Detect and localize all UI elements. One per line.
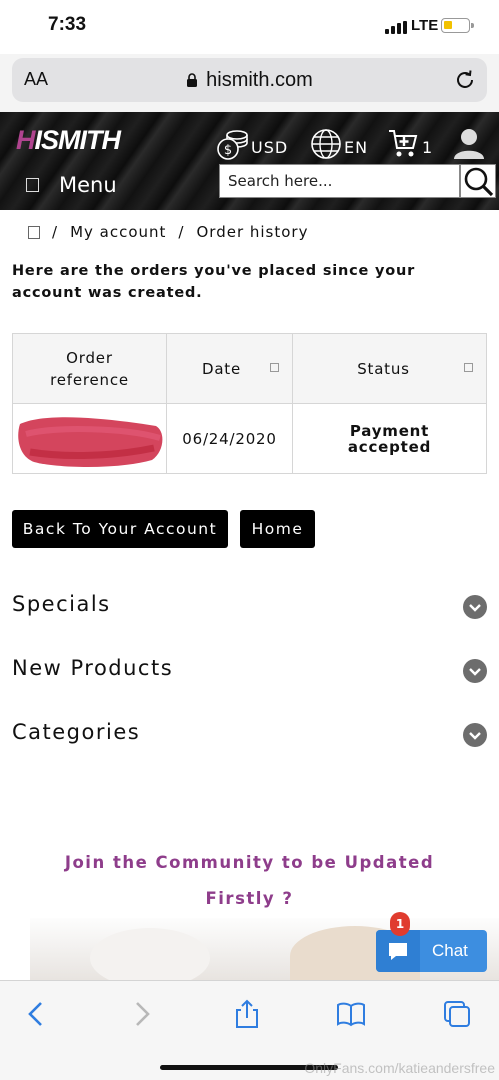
- column-order-reference: Order reference: [12, 333, 167, 404]
- chat-icon-box: [376, 930, 420, 972]
- column-label: Status: [357, 359, 410, 378]
- reload-icon[interactable]: [453, 68, 477, 92]
- chevron-down-icon[interactable]: [463, 659, 487, 683]
- column-date[interactable]: Date: [166, 333, 293, 404]
- watermark: OnlyFans.com/katieandersfree: [304, 1060, 495, 1076]
- lock-icon: [186, 70, 198, 87]
- intro-text: Here are the orders you've placed since …: [12, 263, 416, 301]
- network-label: LTE: [411, 17, 439, 34]
- community-heading: Join the Community to be Updated: [64, 853, 435, 872]
- breadcrumb-separator: /: [178, 223, 185, 241]
- share-icon[interactable]: [232, 999, 262, 1029]
- home-button[interactable]: Home: [240, 510, 315, 548]
- chat-label: Chat: [432, 941, 468, 960]
- search-icon: [464, 167, 494, 197]
- search-button[interactable]: [460, 164, 496, 198]
- order-date-cell: 06/24/2020: [166, 403, 293, 474]
- redaction-mark: [18, 417, 163, 467]
- site-header: HISMITH $ USD EN 1 Menu Search here...: [0, 112, 499, 210]
- accordion-label: New Products: [12, 656, 174, 680]
- bookmarks-icon[interactable]: [336, 999, 366, 1029]
- cart-count[interactable]: 1: [422, 138, 433, 157]
- tabs-icon[interactable]: [442, 999, 472, 1029]
- breadcrumb: / My account / Order history: [28, 223, 308, 241]
- column-status[interactable]: Status: [292, 333, 487, 404]
- chat-bubble-icon: [389, 943, 407, 960]
- column-label: Order reference: [50, 348, 129, 389]
- order-status-text: Payment accepted: [347, 421, 432, 456]
- sort-icon[interactable]: [270, 363, 279, 372]
- menu-label: Menu: [59, 173, 117, 197]
- back-arrow-icon[interactable]: [22, 999, 52, 1029]
- currency-selector[interactable]: USD: [251, 138, 288, 157]
- chevron-down-icon[interactable]: [463, 595, 487, 619]
- status-bar: 7:33 LTE: [0, 0, 499, 54]
- home-icon[interactable]: [28, 225, 40, 239]
- menu-button[interactable]: Menu: [26, 173, 117, 197]
- accordion-label: Categories: [12, 720, 141, 744]
- browser-address-area: AA hismith.com: [0, 54, 499, 112]
- url-text: hismith.com: [206, 69, 313, 91]
- breadcrumb-order-history: Order history: [196, 223, 309, 241]
- chevron-down-icon[interactable]: [463, 723, 487, 747]
- accordion-label: Specials: [12, 592, 111, 616]
- accordion-specials[interactable]: Specials: [12, 592, 487, 622]
- logo-accent: H: [16, 125, 35, 155]
- forward-arrow-icon[interactable]: [126, 999, 156, 1029]
- order-status-cell: Payment accepted: [292, 403, 487, 474]
- breadcrumb-my-account[interactable]: My account: [70, 223, 166, 241]
- language-selector[interactable]: EN: [344, 138, 368, 157]
- accordion-new-products[interactable]: New Products: [12, 656, 487, 686]
- svg-text:$: $: [224, 143, 232, 158]
- coins-icon[interactable]: $: [217, 127, 251, 161]
- url-display[interactable]: hismith.com: [12, 69, 487, 92]
- chat-button[interactable]: Chat: [376, 930, 487, 972]
- back-to-account-button[interactable]: Back To Your Account: [12, 510, 228, 548]
- signal-icon: [385, 21, 407, 34]
- breadcrumb-separator: /: [52, 223, 59, 241]
- cart-icon[interactable]: [387, 128, 419, 160]
- clock: 7:33: [48, 14, 87, 35]
- column-label: Date: [201, 359, 242, 378]
- site-logo[interactable]: HISMITH: [16, 125, 121, 156]
- user-icon[interactable]: [452, 126, 486, 160]
- table-header-row: Order reference Date Status: [12, 333, 487, 404]
- search-input[interactable]: Search here...: [219, 164, 460, 198]
- accordion-categories[interactable]: Categories: [12, 720, 487, 750]
- battery-icon: [441, 18, 474, 33]
- chat-notification-badge: 1: [390, 912, 410, 936]
- sort-icon[interactable]: [464, 363, 473, 372]
- community-heading-line2: Firstly ?: [205, 889, 294, 908]
- logo-rest: ISMITH: [34, 125, 121, 155]
- address-bar[interactable]: AA hismith.com: [12, 58, 487, 102]
- globe-icon[interactable]: [310, 128, 342, 160]
- menu-icon: [26, 178, 39, 192]
